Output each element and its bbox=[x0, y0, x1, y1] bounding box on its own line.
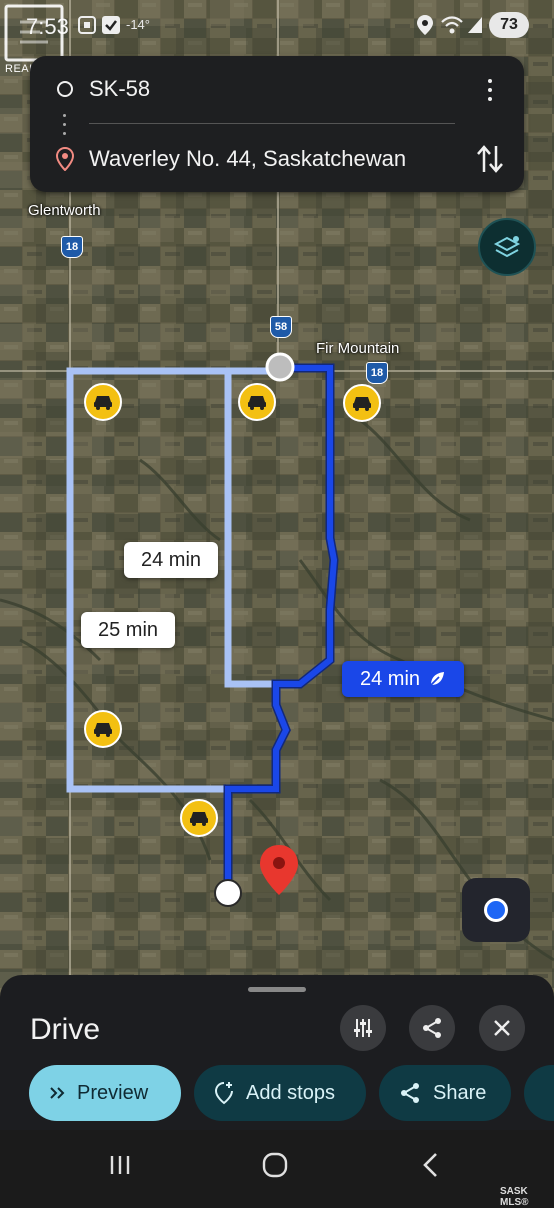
route-time-label-main[interactable]: 24 min bbox=[342, 661, 464, 697]
road-hazard-icon[interactable] bbox=[238, 383, 276, 421]
destination-marker-icon bbox=[56, 147, 74, 171]
my-location-button[interactable] bbox=[462, 878, 530, 942]
divider bbox=[89, 123, 455, 124]
road-hazard-icon[interactable] bbox=[180, 799, 218, 837]
screenshot-icon bbox=[77, 14, 97, 36]
mode-title: Drive bbox=[30, 1013, 101, 1046]
swap-icon[interactable] bbox=[476, 144, 504, 174]
share-icon bbox=[401, 1083, 419, 1103]
preview-label: Preview bbox=[77, 1081, 149, 1104]
my-location-icon bbox=[484, 898, 508, 922]
layers-icon bbox=[493, 236, 521, 258]
layers-button[interactable] bbox=[478, 218, 536, 276]
location-icon bbox=[417, 14, 433, 36]
share-icon bbox=[423, 1018, 441, 1038]
drag-handle[interactable] bbox=[248, 987, 306, 992]
route-options-button[interactable] bbox=[340, 1005, 386, 1051]
wifi-icon bbox=[440, 14, 464, 36]
share-route-button[interactable] bbox=[409, 1005, 455, 1051]
place-label-fir-mountain[interactable]: Fir Mountain bbox=[316, 340, 399, 357]
route-end-marker bbox=[214, 879, 242, 907]
recent-apps-icon[interactable] bbox=[108, 1152, 132, 1178]
add-stops-label: Add stops bbox=[246, 1081, 335, 1104]
close-icon bbox=[494, 1020, 510, 1036]
road-hazard-icon[interactable] bbox=[84, 710, 122, 748]
eco-leaf-icon bbox=[430, 672, 445, 686]
double-chevron-icon bbox=[50, 1087, 65, 1099]
origin-field[interactable]: SK-58 bbox=[89, 76, 150, 102]
road-hazard-icon[interactable] bbox=[84, 383, 122, 421]
bottom-sheet: Drive Preview Add stops Share bbox=[0, 975, 554, 1130]
directions-card: SK-58 Waverley No. 44, Saskatchewan bbox=[30, 56, 524, 192]
route-time-main-text: 24 min bbox=[359, 667, 421, 690]
preview-button[interactable]: Preview bbox=[29, 1065, 181, 1121]
tune-icon bbox=[354, 1019, 372, 1037]
destination-field[interactable]: Waverley No. 44, Saskatchewan bbox=[89, 146, 406, 172]
add-stops-button[interactable]: Add stops bbox=[194, 1065, 366, 1121]
system-nav-bar bbox=[0, 1130, 554, 1200]
battery-indicator: 73 bbox=[489, 12, 529, 38]
status-bar: 7:53 -14° 73 bbox=[0, 0, 554, 52]
highway-shield: 18 bbox=[61, 236, 83, 258]
route-time-label-alt-1[interactable]: 24 min bbox=[124, 542, 218, 578]
highway-shield: 18 bbox=[366, 362, 388, 384]
highway-shield: 58 bbox=[270, 316, 292, 338]
close-button[interactable] bbox=[479, 1005, 525, 1051]
share-button[interactable]: Share bbox=[379, 1065, 511, 1121]
back-icon[interactable] bbox=[420, 1152, 440, 1178]
signal-icon bbox=[466, 14, 484, 36]
origin-circle-icon bbox=[57, 81, 73, 97]
route-time-label-alt-2[interactable]: 25 min bbox=[81, 612, 175, 648]
check-icon bbox=[101, 14, 121, 36]
route-start-marker bbox=[265, 352, 295, 382]
road-hazard-icon[interactable] bbox=[343, 384, 381, 422]
home-icon[interactable] bbox=[262, 1152, 288, 1178]
more-actions-button[interactable] bbox=[524, 1065, 554, 1121]
more-options-icon[interactable] bbox=[482, 76, 498, 104]
status-temperature: -14° bbox=[126, 17, 150, 32]
route-dots-icon bbox=[63, 114, 66, 140]
place-label-glentworth[interactable]: Glentworth bbox=[28, 202, 101, 219]
mls-logo: SASK MLS® bbox=[500, 1186, 529, 1208]
share-label: Share bbox=[433, 1081, 487, 1104]
add-location-icon bbox=[214, 1082, 233, 1105]
